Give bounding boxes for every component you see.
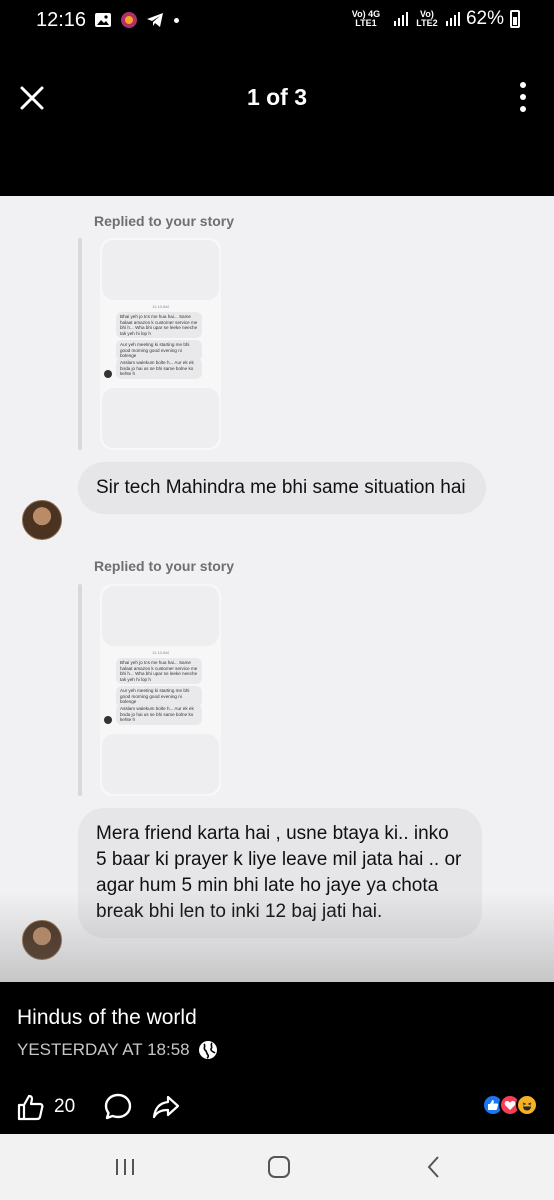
telegram-icon: [147, 13, 163, 27]
avatar: [104, 370, 112, 378]
signal-icon: [445, 12, 460, 26]
reactions-summary[interactable]: [482, 1094, 538, 1116]
story-time: 11:13 AM: [152, 650, 169, 655]
signal-icon: [393, 12, 408, 26]
story-message: Asslam walekum bolte h... Aur ek ek bnda…: [116, 358, 202, 379]
thumbs-up-icon[interactable]: [16, 1092, 46, 1122]
story-message: Asslam walekum bolte h... Aur ek ek bnda…: [116, 704, 202, 725]
story-preview: 11:13 AM Bhai yeh jo tcs me hua hai... S…: [100, 584, 221, 796]
story-message: Bhai yeh jo tcs me hua hai... Same halaa…: [116, 658, 202, 685]
status-bar: 12:16 Vo) 4G LTE1 Vo) LTE2 62%: [0, 0, 554, 44]
haha-reaction-icon: [516, 1094, 538, 1116]
back-icon[interactable]: [422, 1154, 448, 1180]
story-preview: 11:13 AM Bhai yeh jo tcs me hua hai... S…: [100, 238, 221, 450]
vpn-icon: [121, 12, 137, 28]
post-caption: Hindus of the world YESTERDAY AT 18:58 2…: [0, 982, 554, 1134]
battery-percent: 62%: [465, 8, 504, 29]
action-bar: 20: [16, 1092, 181, 1122]
post-date: YESTERDAY AT 18:58: [17, 1040, 218, 1060]
notification-icons: [94, 11, 179, 29]
battery-icon: [510, 10, 520, 28]
photo-counter: 1 of 3: [246, 84, 308, 110]
sim2-label: Vo) LTE2: [416, 9, 438, 28]
story-message: Bhai yeh jo tcs me hua hai... Same halaa…: [116, 312, 202, 339]
status-right: Vo) 4G LTE1 Vo) LTE2 62%: [344, 8, 520, 30]
page-name[interactable]: Hindus of the world: [17, 1006, 197, 1030]
comment-icon[interactable]: [103, 1092, 133, 1122]
like-count: 20: [54, 1096, 76, 1117]
sim1-label: Vo) 4G LTE1: [351, 9, 381, 28]
reply-divider: [78, 238, 82, 450]
avatar: [22, 500, 62, 540]
post-timestamp: YESTERDAY AT 18:58: [17, 1040, 190, 1059]
more-vertical-icon[interactable]: [518, 82, 528, 112]
viewer-header: 1 of 3: [0, 44, 554, 196]
status-time: 12:16: [36, 9, 87, 31]
bottom-fade: [0, 892, 554, 982]
share-icon[interactable]: [151, 1092, 181, 1122]
recent-apps-icon[interactable]: [112, 1154, 138, 1180]
reply-divider: [78, 584, 82, 796]
message-bubble: Sir tech Mahindra me bhi same situation …: [78, 462, 486, 514]
replied-label: Replied to your story: [94, 213, 235, 229]
home-icon[interactable]: [266, 1154, 292, 1180]
gallery-icon: [95, 13, 111, 27]
avatar: [104, 716, 112, 724]
globe-icon: [198, 1041, 217, 1059]
story-time: 11:13 AM: [152, 304, 169, 309]
photo[interactable]: Replied to your story 11:13 AM Bhai yeh …: [0, 196, 554, 982]
replied-label: Replied to your story: [94, 558, 235, 574]
more-notifications-dot: [174, 17, 179, 23]
system-navigation-bar: [0, 1134, 554, 1200]
